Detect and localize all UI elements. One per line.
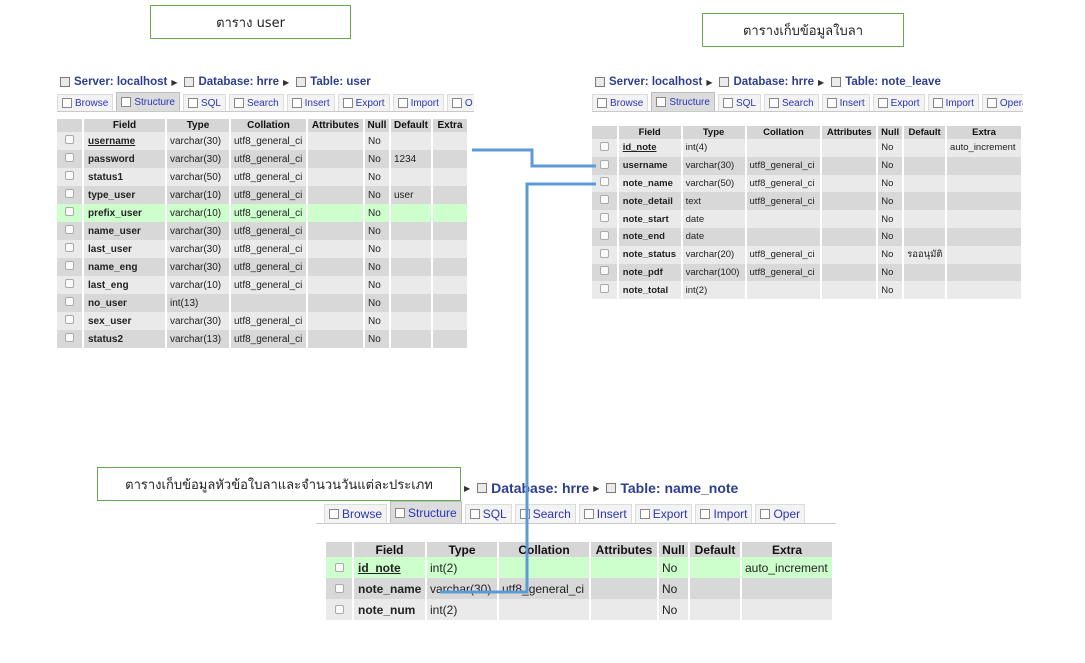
relationship-lines (440, 148, 596, 594)
connector-note-name (440, 182, 596, 594)
connector-username (472, 148, 596, 168)
